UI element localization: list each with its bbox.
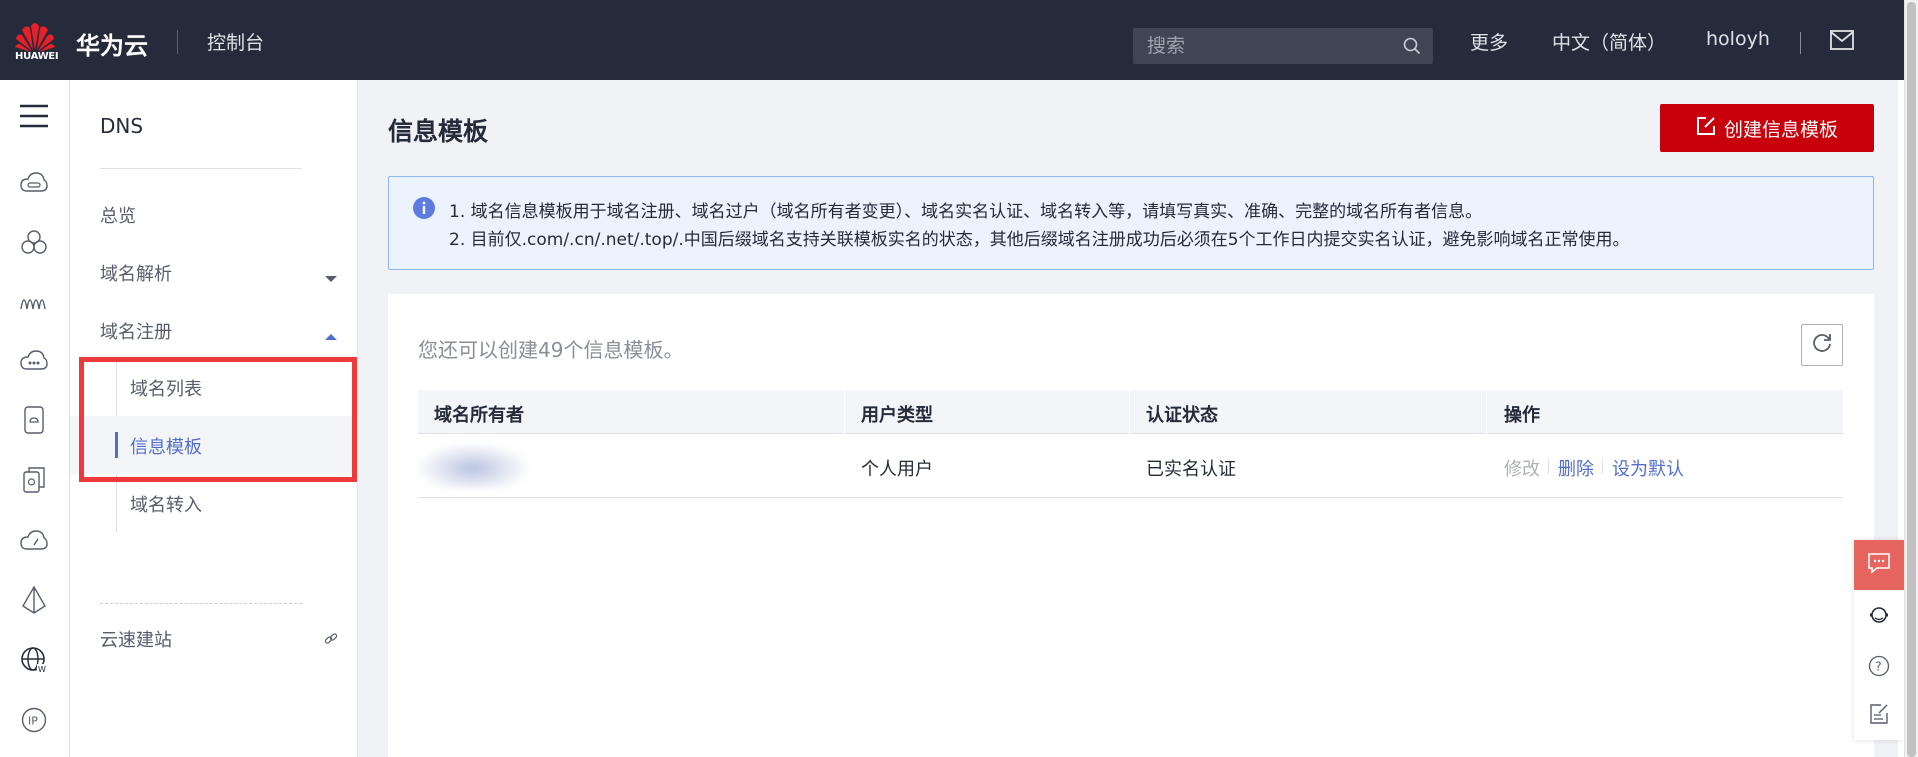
info-icon — [413, 197, 435, 223]
pyramid-icon[interactable] — [18, 584, 50, 616]
edit-icon — [1696, 116, 1716, 141]
phone-icon[interactable] — [18, 404, 50, 436]
cloud-dns-icon[interactable] — [18, 166, 50, 198]
feedback-icon[interactable] — [1867, 702, 1891, 726]
chevron-down-icon[interactable] — [324, 268, 338, 287]
user-menu[interactable]: holoyh — [1706, 28, 1770, 50]
sidenav-item-cloud-site[interactable]: 云速建站 — [100, 626, 172, 652]
chat-button[interactable] — [1854, 540, 1904, 590]
column-header-status: 认证状态 — [1146, 405, 1218, 426]
sidenav-item-overview[interactable]: 总览 — [100, 202, 136, 228]
table-row: 个人用户 已实名认证 修改 删除 设为默认 — [418, 434, 1843, 498]
copy-icon[interactable] — [18, 464, 50, 496]
top-navbar: HUAWEI 华为云 控制台 更多 中文（简体） holoyh — [0, 0, 1918, 80]
divider — [1800, 32, 1801, 54]
refresh-icon — [1811, 332, 1833, 358]
sidenav-sub-domain-transfer[interactable]: 域名转入 — [70, 474, 358, 532]
globe-icon[interactable]: W — [18, 644, 50, 676]
cluster-icon[interactable] — [18, 226, 50, 258]
floating-toolbar: ? — [1854, 540, 1904, 740]
svg-text:IP: IP — [28, 715, 38, 728]
refresh-button[interactable] — [1801, 324, 1843, 366]
sidenav-item-domain-resolution[interactable]: 域名解析 — [100, 260, 172, 286]
create-template-button[interactable]: 创建信息模板 — [1660, 104, 1874, 152]
create-button-label: 创建信息模板 — [1723, 118, 1838, 141]
divider — [177, 30, 178, 54]
help-icon[interactable]: ? — [1867, 654, 1891, 678]
page-title: 信息模板 — [388, 117, 489, 146]
language-selector[interactable]: 中文（简体） — [1552, 28, 1666, 55]
sub-item-label: 域名转入 — [130, 495, 202, 516]
table-header: 域名所有者 用户类型 认证状态 操作 — [418, 390, 1843, 434]
search-icon[interactable] — [1403, 37, 1421, 59]
column-header-owner: 域名所有者 — [434, 405, 524, 426]
action-divider — [1602, 458, 1603, 474]
cloud-speed-icon[interactable] — [18, 524, 50, 556]
wave-icon[interactable] — [18, 284, 50, 316]
info-line: 2. 目前仅.com/.cn/.net/.top/.中国后缀域名支持关联模板实名… — [449, 230, 1630, 250]
highlight-box — [79, 357, 357, 482]
logo-text: HUAWEI — [15, 51, 59, 62]
template-card: 您还可以创建49个信息模板。 域名所有者 用户类型 认证状态 操作 个人用户 已… — [388, 294, 1874, 757]
divider — [100, 168, 302, 169]
column-divider — [1129, 390, 1130, 434]
column-header-actions: 操作 — [1504, 405, 1540, 426]
info-notice: 1. 域名信息模板用于域名注册、域名过户（域名所有者变更）、域名实名认证、域名转… — [388, 176, 1874, 270]
column-divider — [844, 390, 845, 434]
menu-icon[interactable] — [18, 100, 50, 132]
column-divider — [1486, 390, 1487, 434]
scrollbar-thumb[interactable] — [1907, 2, 1916, 757]
delete-action[interactable]: 删除 — [1558, 455, 1594, 481]
svg-text:W: W — [38, 665, 46, 674]
search-input[interactable] — [1133, 28, 1383, 64]
info-line: 1. 域名信息模板用于域名注册、域名过户（域名所有者变更）、域名实名认证、域名转… — [449, 202, 1483, 222]
cell-user-type: 个人用户 — [861, 459, 933, 480]
link-icon[interactable] — [324, 631, 338, 650]
cell-status: 已实名认证 — [1146, 459, 1236, 480]
customer-service-icon[interactable] — [1867, 604, 1891, 628]
mail-icon[interactable] — [1830, 30, 1854, 54]
sidenav-title: DNS — [100, 114, 144, 138]
ip-icon[interactable]: IP — [18, 704, 50, 736]
edit-action: 修改 — [1504, 459, 1540, 480]
owner-name-redacted — [418, 444, 528, 488]
vertical-scrollbar[interactable] — [1904, 0, 1918, 757]
remaining-count: 您还可以创建49个信息模板。 — [418, 338, 684, 362]
divider — [100, 603, 302, 604]
set-default-action[interactable]: 设为默认 — [1612, 455, 1684, 481]
sidenav-item-domain-registration[interactable]: 域名注册 — [100, 318, 172, 344]
console-link[interactable]: 控制台 — [207, 28, 264, 55]
svg-text:?: ? — [1875, 660, 1881, 674]
service-icon-rail: W IP — [0, 80, 70, 757]
main-content: 信息模板 创建信息模板 1. 域名信息模板用于域名注册、域名过户（域名所有者变更… — [358, 80, 1898, 757]
more-menu[interactable]: 更多 — [1470, 28, 1508, 55]
brand-name[interactable]: 华为云 — [76, 26, 148, 61]
cloud-server-icon[interactable] — [18, 344, 50, 376]
action-divider — [1548, 458, 1549, 474]
chat-icon — [1867, 552, 1891, 578]
column-header-user-type: 用户类型 — [861, 405, 933, 426]
chevron-up-icon[interactable] — [324, 326, 338, 345]
search-box[interactable] — [1133, 28, 1433, 64]
